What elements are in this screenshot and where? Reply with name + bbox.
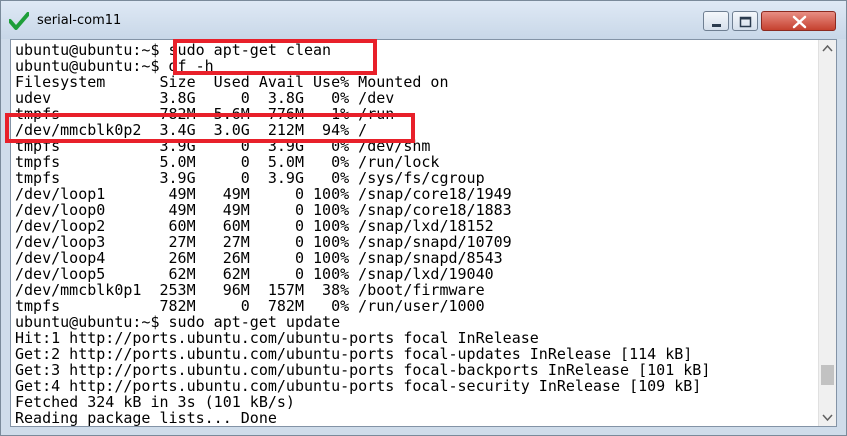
highlight-box-clean-command (173, 39, 377, 75)
terminal-line: Reading package lists... Done (15, 409, 277, 427)
terminal-line: Get:3 http://ports.ubuntu.com/ubuntu-por… (15, 361, 711, 379)
terminal-line: /dev/loop4 26M 26M 0 100% /snap/snapd/85… (15, 249, 503, 267)
terminal-line: Get:4 http://ports.ubuntu.com/ubuntu-por… (15, 377, 702, 395)
scroll-down-arrow-icon[interactable] (819, 409, 836, 426)
terminal-line: /dev/loop1 49M 49M 0 100% /snap/core18/1… (15, 185, 512, 203)
vertical-scrollbar[interactable] (818, 40, 836, 426)
terminal-line: tmpfs 3.9G 0 3.9G 0% /sys/fs/cgroup (15, 169, 485, 187)
terminal-line: ubuntu@ubuntu:~$ sudo apt-get update (15, 313, 341, 331)
maximize-button[interactable] (732, 11, 758, 31)
close-icon (792, 15, 807, 29)
terminal-line: tmpfs 782M 0 782M 0% /run/user/1000 (15, 297, 485, 315)
window-title: serial-com11 (37, 13, 122, 28)
terminal-line: /dev/loop3 27M 27M 0 100% /snap/snapd/10… (15, 233, 512, 251)
minimize-icon (712, 24, 721, 27)
terminal-line: tmpfs 5.0M 0 5.0M 0% /run/lock (15, 153, 440, 171)
scroll-up-arrow-icon[interactable] (819, 40, 836, 57)
terminal-line: Filesystem Size Used Avail Use% Mounted … (15, 73, 449, 91)
terminal-line: udev 3.8G 0 3.8G 0% /dev (15, 89, 395, 107)
close-button[interactable] (761, 11, 836, 31)
terminal-line: /dev/loop2 60M 60M 0 100% /snap/lxd/1815… (15, 217, 494, 235)
maximize-icon (739, 16, 752, 28)
terminal-lines: ubuntu@ubuntu:~$ sudo apt-get clean ubunt… (15, 42, 710, 426)
terminal-line: /dev/loop5 62M 62M 0 100% /snap/lxd/1904… (15, 265, 494, 283)
checkmark-icon (9, 12, 29, 30)
highlight-box-root-partition (5, 113, 415, 143)
terminal-output[interactable]: ubuntu@ubuntu:~$ sudo apt-get clean ubunt… (10, 39, 837, 427)
terminal-line: Get:2 http://ports.ubuntu.com/ubuntu-por… (15, 345, 693, 363)
minimize-button[interactable] (703, 11, 729, 31)
terminal-window: serial-com11 ubuntu@ubuntu:~$ sudo apt-g… (0, 0, 847, 436)
terminal-line: Hit:1 http://ports.ubuntu.com/ubuntu-por… (15, 329, 539, 347)
scrollbar-thumb[interactable] (821, 365, 834, 385)
title-bar[interactable]: serial-com11 (1, 1, 846, 39)
terminal-line: Fetched 324 kB in 3s (101 kB/s) (15, 393, 295, 411)
terminal-line: /dev/mmcblk0p1 253M 96M 157M 38% /boot/f… (15, 281, 485, 299)
terminal-line: /dev/loop0 49M 49M 0 100% /snap/core18/1… (15, 201, 512, 219)
